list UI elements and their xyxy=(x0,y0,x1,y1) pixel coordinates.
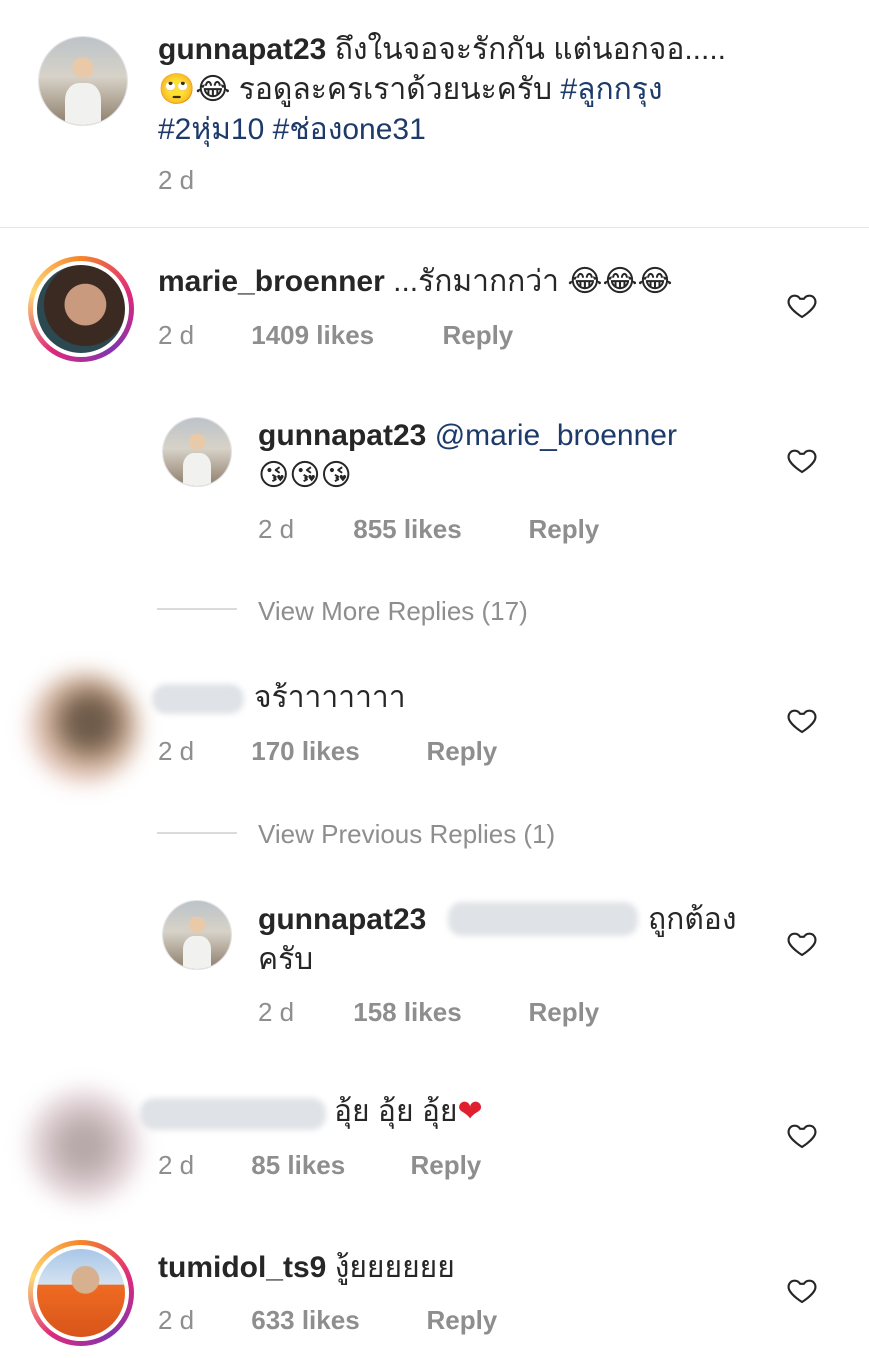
comment-username[interactable]: marie_broenner xyxy=(158,265,385,298)
caption-line3: #2หุ่ม10 #ช่องone31 xyxy=(158,110,426,150)
reply-username[interactable]: gunnapat23 xyxy=(258,419,426,452)
caption-text-2: รอดูละครเราด้วยนะครับ xyxy=(238,73,553,106)
blurred-username xyxy=(140,1098,326,1130)
comment-row: marie_broenner ...รักมากกว่า 😂😂😂 xyxy=(158,262,673,302)
comment-username[interactable]: tumidol_ts9 xyxy=(158,1251,326,1284)
comment-time: 2 d xyxy=(158,320,195,350)
caption-line1: gunnapat23 ถึงในจอจะรักกัน แต่นอกจอ..... xyxy=(158,30,726,70)
hashtag-1[interactable]: #ลูกกรุง xyxy=(560,73,662,106)
comment-time: 2 d xyxy=(158,736,195,766)
heart-emoji: ❤ xyxy=(457,1094,483,1129)
comment-likes[interactable]: 170 likes xyxy=(251,736,419,767)
comment-likes[interactable]: 85 likes xyxy=(251,1150,403,1181)
comment-row: อุ้ย อุ้ย อุ้ย❤ xyxy=(334,1092,483,1132)
comment-row: tumidol_ts9 งู้ยยยยยย xyxy=(158,1248,455,1288)
heart-outline-icon[interactable] xyxy=(786,289,818,321)
reply-row: gunnapat23 xyxy=(258,900,426,940)
comment-avatar-blurred[interactable] xyxy=(28,672,140,784)
heart-outline-icon[interactable] xyxy=(786,1274,818,1306)
caption-emoji: 🙄😂 xyxy=(158,72,231,107)
hashtag-3[interactable]: #ช่องone31 xyxy=(273,113,426,146)
heart-outline-icon[interactable] xyxy=(786,1119,818,1151)
reply-button[interactable]: Reply xyxy=(426,736,497,767)
comment-avatar-blurred[interactable] xyxy=(26,1088,142,1204)
comment-text: งู้ยยยยยย xyxy=(334,1251,455,1284)
reply-meta: 2 d 855 likes Reply xyxy=(258,514,599,545)
comment-text: อุ้ย อุ้ย อุ้ย xyxy=(334,1095,458,1128)
caption-username[interactable]: gunnapat23 xyxy=(158,33,326,66)
reply-button[interactable]: Reply xyxy=(528,514,599,545)
heart-outline-icon[interactable] xyxy=(786,927,818,959)
blurred-username xyxy=(152,684,244,714)
heart-outline-icon[interactable] xyxy=(786,444,818,476)
reply-meta: 2 d 158 likes Reply xyxy=(258,997,599,1028)
replies-line xyxy=(157,608,237,610)
reply-text-1: ถูกต้อง xyxy=(648,903,737,936)
comment-text: ...รักมากกว่า xyxy=(393,265,560,298)
blurred-mention xyxy=(448,902,638,936)
comment-text: จร้าาาาาาา xyxy=(254,681,406,714)
view-more-replies[interactable]: View More Replies (17) xyxy=(258,596,528,627)
reply-button[interactable]: Reply xyxy=(410,1150,481,1181)
comment-time: 2 d xyxy=(158,1150,195,1180)
reply-button[interactable]: Reply xyxy=(442,320,513,351)
reply-emoji: 😘😘😘 xyxy=(258,458,352,493)
comment-meta: 2 d 633 likes Reply xyxy=(158,1305,497,1336)
reply-mention[interactable]: @marie_broenner xyxy=(435,419,677,452)
view-previous-replies[interactable]: View Previous Replies (1) xyxy=(258,819,555,850)
comment-likes[interactable]: 1409 likes xyxy=(251,320,435,351)
reply-button[interactable]: Reply xyxy=(528,997,599,1028)
comment-likes[interactable]: 633 likes xyxy=(251,1305,419,1336)
caption-time: 2 d xyxy=(158,165,195,195)
hashtag-2[interactable]: #2หุ่ม10 xyxy=(158,113,264,146)
reply-likes[interactable]: 158 likes xyxy=(353,997,521,1028)
heart-outline-icon[interactable] xyxy=(786,704,818,736)
caption-line2: 🙄😂 รอดูละครเราด้วยนะครับ #ลูกกรุง xyxy=(158,70,663,110)
reply-text-2: ครับ xyxy=(258,943,314,976)
caption-divider xyxy=(0,227,869,228)
comment-emoji: 😂😂😂 xyxy=(567,264,673,299)
comment-meta: 2 d 1409 likes Reply xyxy=(158,320,513,351)
reply-button[interactable]: Reply xyxy=(426,1305,497,1336)
comment-meta: 2 d 170 likes Reply xyxy=(158,736,497,767)
reply-avatar[interactable] xyxy=(162,417,232,487)
caption-avatar[interactable] xyxy=(38,36,128,126)
comment-avatar-tumidol[interactable] xyxy=(28,1240,134,1346)
replies-line xyxy=(157,832,237,834)
reply-time: 2 d xyxy=(258,997,295,1027)
reply-avatar[interactable] xyxy=(162,900,232,970)
comment-time: 2 d xyxy=(158,1305,195,1335)
caption-text: ถึงในจอจะรักกัน แต่นอกจอ..... xyxy=(334,33,727,66)
reply-username[interactable]: gunnapat23 xyxy=(258,903,426,936)
comment-avatar-marie[interactable] xyxy=(28,256,134,362)
comment-meta: 2 d 85 likes Reply xyxy=(158,1150,481,1181)
reply-likes[interactable]: 855 likes xyxy=(353,514,521,545)
reply-row: gunnapat23 @marie_broenner xyxy=(258,416,677,456)
reply-time: 2 d xyxy=(258,514,295,544)
